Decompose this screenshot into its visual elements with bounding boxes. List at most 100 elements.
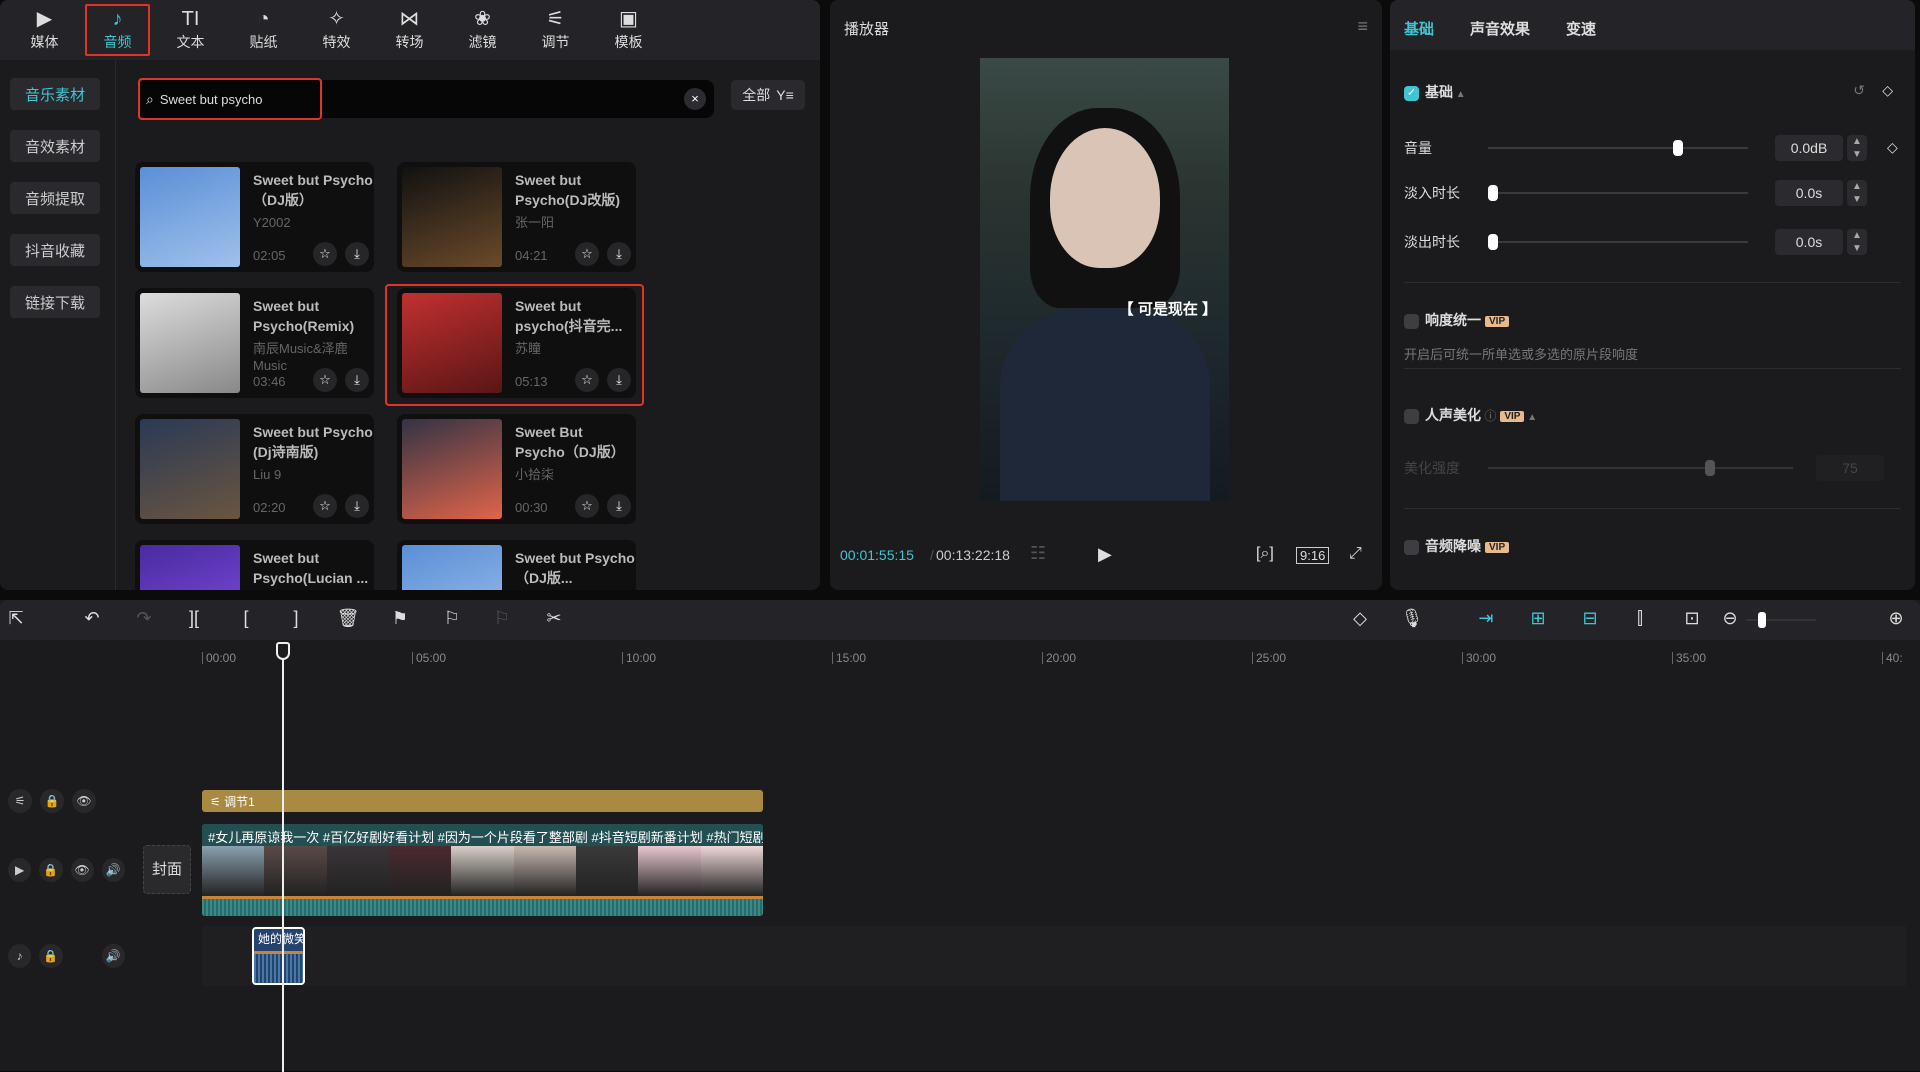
favorite-star-icon[interactable]: ☆ bbox=[313, 494, 337, 518]
audio-clip[interactable]: 她的微笑 bbox=[252, 927, 305, 985]
split-icon[interactable]: ][ bbox=[182, 608, 206, 629]
zoom-in-icon[interactable]: ⊕ bbox=[1884, 608, 1908, 629]
fade-in-value[interactable]: 0.0s bbox=[1775, 180, 1843, 206]
download-icon[interactable]: ⤓ bbox=[607, 368, 631, 392]
nav-template[interactable]: ▣ 模板 bbox=[592, 0, 665, 60]
nav-text[interactable]: TI 文本 bbox=[154, 0, 227, 60]
reset-icon[interactable]: ↺ bbox=[1853, 82, 1865, 99]
sidebar-item[interactable]: 音乐素材 bbox=[10, 78, 100, 110]
denoise-checkbox[interactable] bbox=[1404, 539, 1419, 555]
fade-out-stepper[interactable]: ▲ ▼ bbox=[1847, 229, 1867, 255]
select-tool-icon[interactable]: ⇱ bbox=[4, 608, 28, 629]
tab-basic[interactable]: 基础 bbox=[1404, 18, 1434, 38]
volume-knob[interactable] bbox=[1673, 140, 1683, 156]
undo-icon[interactable]: ↶ bbox=[80, 608, 104, 629]
fade-in-slider[interactable] bbox=[1488, 185, 1748, 201]
nav-filter[interactable]: ❀ 滤镜 bbox=[446, 0, 519, 60]
nav-audio[interactable]: ♪ 音频 bbox=[81, 0, 154, 60]
video-clip[interactable]: #女儿再原谅我一次 #百亿好剧好看计划 #因为一个片段看了整部剧 #抖音短剧新番… bbox=[202, 824, 763, 916]
volume-value[interactable]: 0.0dB bbox=[1775, 135, 1843, 161]
nav-effects[interactable]: ✧ 特效 bbox=[300, 0, 373, 60]
zoom-knob[interactable] bbox=[1758, 612, 1766, 628]
ratio-button[interactable]: 9:16 bbox=[1296, 547, 1330, 564]
basic-checkbox[interactable]: ✓ bbox=[1404, 85, 1419, 101]
marker-icon[interactable]: ⚐ bbox=[440, 608, 464, 629]
song-card[interactable]: Sweet But Psycho（DJ版） 小拾柒 00:30 ☆ ⤓ bbox=[397, 414, 636, 524]
microphone-icon[interactable]: 🎙 bbox=[1400, 608, 1424, 629]
playhead-handle[interactable] bbox=[276, 642, 290, 660]
nav-sticker[interactable]: ◔ 贴纸 bbox=[227, 0, 300, 60]
favorite-star-icon[interactable]: ☆ bbox=[313, 368, 337, 392]
volume-keyframe-icon[interactable]: ◇ bbox=[1887, 139, 1898, 156]
favorite-star-icon[interactable]: ☆ bbox=[575, 242, 599, 266]
preview-axis-icon[interactable]: ⫿ bbox=[1628, 608, 1652, 629]
playhead[interactable] bbox=[276, 642, 290, 1072]
menu-icon[interactable]: ≡ bbox=[1357, 16, 1368, 37]
redo-icon[interactable]: ↷ bbox=[132, 608, 156, 629]
nav-media[interactable]: ▶ 媒体 bbox=[8, 0, 81, 60]
audio-separate-icon[interactable]: ✂ bbox=[542, 608, 566, 629]
download-icon[interactable]: ⤓ bbox=[345, 242, 369, 266]
download-icon[interactable]: ⤓ bbox=[607, 242, 631, 266]
fade-in-knob[interactable] bbox=[1488, 185, 1498, 201]
cover-button[interactable]: 封面 bbox=[143, 845, 191, 894]
trim-right-icon[interactable]: ] bbox=[284, 608, 308, 629]
main-track-magnet-icon[interactable]: ⇥ bbox=[1474, 608, 1498, 629]
play-button[interactable]: ▶ bbox=[1098, 544, 1112, 565]
keyframe-ai-icon[interactable]: ◇ bbox=[1348, 608, 1372, 629]
video-preview[interactable]: 【 可是现在 】 bbox=[980, 58, 1229, 501]
fade-out-slider[interactable] bbox=[1488, 234, 1748, 250]
volume-stepper[interactable]: ▲ ▼ bbox=[1847, 135, 1867, 161]
zoom-preview-icon[interactable]: [⌕] bbox=[1256, 545, 1274, 563]
tab-speed[interactable]: 变速 bbox=[1566, 18, 1596, 38]
sidebar-item[interactable]: 抖音收藏 bbox=[10, 234, 100, 266]
collapse-icon[interactable]: ▲ bbox=[1524, 412, 1537, 423]
adjust-clip[interactable]: ⚟ 调节1 bbox=[202, 790, 763, 812]
clear-search-button[interactable]: × bbox=[684, 88, 706, 110]
fit-timeline-icon[interactable]: ⊡ bbox=[1680, 608, 1704, 629]
download-icon[interactable]: ⤓ bbox=[607, 494, 631, 518]
song-card[interactable]: Sweet but psycho(抖音完... 苏瞳 05:13 ☆ ⤓ bbox=[385, 284, 644, 406]
song-card[interactable]: Sweet but Psycho(DJ改版) 张一阳 04:21 ☆ ⤓ bbox=[397, 162, 636, 272]
favorite-star-icon[interactable]: ☆ bbox=[575, 368, 599, 392]
song-card[interactable]: Sweet but Psycho(Lucian ... bbox=[135, 540, 374, 590]
help-icon[interactable]: ⓘ bbox=[1481, 409, 1496, 423]
ai-marker-icon[interactable]: ⚑ bbox=[388, 608, 412, 629]
remove-marker-icon[interactable]: ⚐ bbox=[490, 608, 514, 629]
song-card[interactable]: Sweet but Psycho（DJ版） Y2002 02:05 ☆ ⤓ bbox=[135, 162, 374, 272]
sidebar-item[interactable]: 链接下载 bbox=[10, 286, 100, 318]
sidebar-item[interactable]: 音效素材 bbox=[10, 130, 100, 162]
volume-slider[interactable] bbox=[1488, 140, 1748, 156]
download-icon[interactable]: ⤓ bbox=[345, 368, 369, 392]
waveform-icon[interactable]: ☷ bbox=[1030, 543, 1046, 564]
fade-out-knob[interactable] bbox=[1488, 234, 1498, 250]
fade-in-stepper[interactable]: ▲ ▼ bbox=[1847, 180, 1867, 206]
zoom-slider[interactable] bbox=[1746, 612, 1816, 628]
song-card[interactable]: Sweet but Psycho（DJ版... bbox=[397, 540, 636, 590]
download-icon[interactable]: ⤓ bbox=[345, 494, 369, 518]
favorite-star-icon[interactable]: ☆ bbox=[313, 242, 337, 266]
auto-snap-icon[interactable]: ⊞ bbox=[1526, 608, 1550, 629]
eye-icon[interactable]: 👁 bbox=[70, 858, 94, 882]
favorite-star-icon[interactable]: ☆ bbox=[575, 494, 599, 518]
collapse-icon[interactable]: ▲ bbox=[1453, 89, 1466, 100]
keyframe-icon[interactable]: ◇ bbox=[1882, 82, 1893, 99]
tab-sound-effects[interactable]: 声音效果 bbox=[1470, 18, 1530, 38]
song-card[interactable]: Sweet but Psycho (Dj诗南版) Liu 9 02:20 ☆ ⤓ bbox=[135, 414, 374, 524]
lock-icon[interactable]: 🔒 bbox=[40, 789, 64, 813]
lock-icon[interactable]: 🔒 bbox=[39, 944, 63, 968]
trim-left-icon[interactable]: [ bbox=[234, 608, 258, 629]
fade-out-value[interactable]: 0.0s bbox=[1775, 229, 1843, 255]
fullscreen-icon[interactable]: ⤢ bbox=[1349, 545, 1362, 563]
nav-transition[interactable]: ⋈ 转场 bbox=[373, 0, 446, 60]
lock-icon[interactable]: 🔒 bbox=[39, 858, 63, 882]
loudness-checkbox[interactable] bbox=[1404, 313, 1419, 329]
voice-checkbox[interactable] bbox=[1404, 408, 1419, 424]
zoom-out-icon[interactable]: ⊖ bbox=[1718, 608, 1742, 629]
speaker-icon[interactable]: 🔊 bbox=[101, 858, 125, 882]
linkage-icon[interactable]: ⊟ bbox=[1578, 608, 1602, 629]
speaker-icon[interactable]: 🔊 bbox=[101, 944, 125, 968]
eye-icon[interactable]: 👁 bbox=[72, 789, 96, 813]
delete-icon[interactable]: 🗑 bbox=[336, 608, 360, 629]
filter-button[interactable]: 全部 Y≡ bbox=[731, 80, 805, 110]
